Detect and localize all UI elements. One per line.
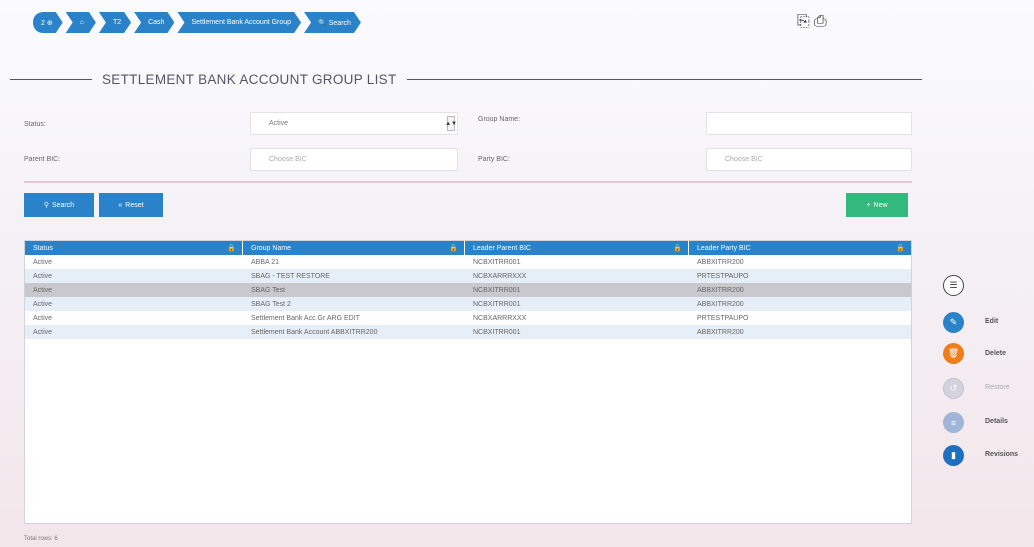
page-title: SETTLEMENT BANK ACCOUNT GROUP LIST	[102, 71, 397, 87]
cell-leader-party-bic: ABBXITRR200	[697, 328, 744, 336]
cell-status: Active	[33, 272, 53, 280]
breadcrumb-t2[interactable]: T2	[99, 12, 131, 33]
cell-group-name: ABBA 21	[251, 258, 280, 266]
title-divider-right	[406, 78, 922, 80]
table-row[interactable]: Active SBAG Test 2 NCBXITRR001 ABBXITRR2…	[25, 297, 911, 311]
reset-button-label: Reset	[125, 201, 144, 209]
parent-bic-input[interactable]: Choose BIC	[250, 148, 458, 171]
total-rows: Total rows: 6	[24, 536, 58, 542]
cell-leader-parent-bic: NCBXARRRXXX	[473, 272, 527, 280]
page-title-row: SETTLEMENT BANK ACCOUNT GROUP LIST	[10, 68, 922, 90]
plus-icon: +	[866, 201, 871, 209]
group-name-label: Group Name:	[478, 116, 521, 123]
table-row[interactable]: Active Settlement Bank Acc Gr ARG EDIT N…	[25, 311, 911, 325]
cell-group-name: Settlement Bank Acc Gr ARG EDIT	[251, 314, 360, 322]
revisions-action-button[interactable]: ▮	[943, 445, 964, 466]
top-toolbar: ⎘ ⎙	[797, 14, 827, 30]
column-header-label: Status	[33, 244, 53, 252]
title-divider-left	[10, 78, 92, 80]
actions-menu-toggle[interactable]: ☰	[943, 275, 964, 296]
table-row[interactable]: Active Settlement Bank Account ABBXITRR2…	[25, 325, 911, 339]
edit-icon: ✎	[949, 317, 958, 327]
cell-leader-parent-bic: NCBXITRR001	[473, 300, 521, 308]
breadcrumb: 2 ⊕ ⌂ T2 Cash Settlement Bank Account Gr…	[33, 12, 364, 33]
form-divider	[24, 181, 912, 183]
status-select[interactable]: Active ▲▼	[250, 112, 458, 135]
restore-action-button: ↺	[943, 378, 964, 399]
menu-icon: ☰	[949, 280, 958, 290]
cell-status: Active	[33, 286, 53, 294]
breadcrumb-search[interactable]: 🔍 Search	[304, 12, 361, 33]
new-button-label: New	[873, 201, 888, 209]
lock-icon: 🔒	[673, 245, 682, 252]
home-icon: ⌂	[79, 19, 84, 26]
delete-action-label[interactable]: Delete	[985, 350, 1006, 357]
print-icon[interactable]: ⎙	[814, 14, 827, 30]
cell-leader-party-bic: ABBXITRR200	[697, 300, 744, 308]
delete-action-button[interactable]: 🗑	[943, 343, 964, 364]
revisions-action-label[interactable]: Revisions	[985, 451, 1018, 458]
cell-group-name: SBAG Test 2	[251, 300, 291, 308]
cell-leader-party-bic: ABBXITRR200	[697, 286, 744, 294]
cell-group-name: Settlement Bank Account ABBXITRR200	[251, 328, 378, 336]
trash-icon: 🗑	[947, 348, 960, 358]
breadcrumb-home[interactable]: ⌂	[66, 12, 96, 33]
party-bic-label: Party BIC:	[478, 156, 510, 163]
cell-status: Active	[33, 328, 53, 336]
details-icon: ≡	[950, 417, 957, 428]
status-select-value: Active	[269, 120, 289, 127]
results-table: Status 🔒 Group Name 🔒 Leader Parent BIC 🔒 L…	[24, 240, 912, 524]
cell-status: Active	[33, 258, 53, 266]
copy-icon[interactable]: ⎘	[797, 14, 810, 30]
column-header-leader-party-bic[interactable]: Leader Party BIC 🔒	[689, 241, 911, 255]
revisions-icon: ▮	[951, 450, 956, 460]
cell-leader-parent-bic: NCBXITRR001	[473, 286, 521, 294]
table-row[interactable]: Active SBAG - TEST RESTORE NCBXARRRXXX P…	[25, 269, 911, 283]
details-action-label[interactable]: Details	[985, 418, 1008, 425]
search-icon: ⚲	[43, 202, 49, 209]
breadcrumb-cash[interactable]: Cash	[134, 12, 174, 33]
parent-bic-label: Parent BIC:	[24, 156, 61, 163]
details-action-button[interactable]: ≡	[943, 412, 964, 433]
restore-icon: ↺	[949, 383, 958, 393]
group-name-input[interactable]	[706, 112, 912, 135]
cell-leader-party-bic: ABBXITRR200	[697, 258, 744, 266]
search-button-label: Search	[51, 201, 75, 209]
reset-icon: «	[118, 201, 123, 209]
restore-action-label: Restore	[985, 384, 1010, 391]
breadcrumb-settlement-bank-account-group[interactable]: Settlement Bank Account Group	[177, 12, 301, 33]
breadcrumb-menu-toggle[interactable]: 2 ⊕	[33, 12, 63, 33]
column-header-label: Leader Parent BIC	[473, 244, 531, 252]
column-header-status[interactable]: Status 🔒	[25, 241, 243, 255]
cell-leader-parent-bic: NCBXITRR001	[473, 258, 521, 266]
cell-group-name: SBAG Test	[251, 286, 286, 294]
table-row-selected[interactable]: Active SBAG Test NCBXITRR001 ABBXITRR200	[25, 283, 911, 297]
lock-icon: 🔒	[449, 245, 458, 252]
chevron-down-icon[interactable]: ▲▼	[445, 116, 457, 131]
edit-action-label[interactable]: Edit	[985, 318, 998, 325]
search-button[interactable]: ⚲ Search	[24, 193, 94, 217]
column-header-label: Group Name	[251, 244, 292, 252]
column-header-group-name[interactable]: Group Name 🔒	[243, 241, 465, 255]
lock-icon: 🔒	[227, 245, 236, 252]
cell-status: Active	[33, 300, 53, 308]
new-button[interactable]: + New	[846, 193, 908, 217]
reset-button[interactable]: « Reset	[99, 193, 163, 217]
column-header-leader-parent-bic[interactable]: Leader Parent BIC 🔒	[465, 241, 689, 255]
cell-leader-parent-bic: NCBXARRRXXX	[473, 314, 527, 322]
cell-leader-parent-bic: NCBXITRR001	[473, 328, 521, 336]
column-header-label: Leader Party BIC	[697, 244, 751, 252]
party-bic-input[interactable]: Choose BIC	[706, 148, 912, 171]
edit-action-button[interactable]: ✎	[943, 312, 964, 333]
status-label: Status:	[24, 121, 46, 128]
lock-icon: 🔒	[896, 245, 905, 252]
cell-leader-party-bic: PRTESTPAUPO	[697, 314, 749, 322]
table-row[interactable]: Active ABBA 21 NCBXITRR001 ABBXITRR200	[25, 255, 911, 269]
cell-leader-party-bic: PRTESTPAUPO	[697, 272, 749, 280]
cell-status: Active	[33, 314, 53, 322]
cell-group-name: SBAG - TEST RESTORE	[251, 272, 330, 280]
table-header: Status 🔒 Group Name 🔒 Leader Parent BIC 🔒 L…	[25, 241, 911, 255]
